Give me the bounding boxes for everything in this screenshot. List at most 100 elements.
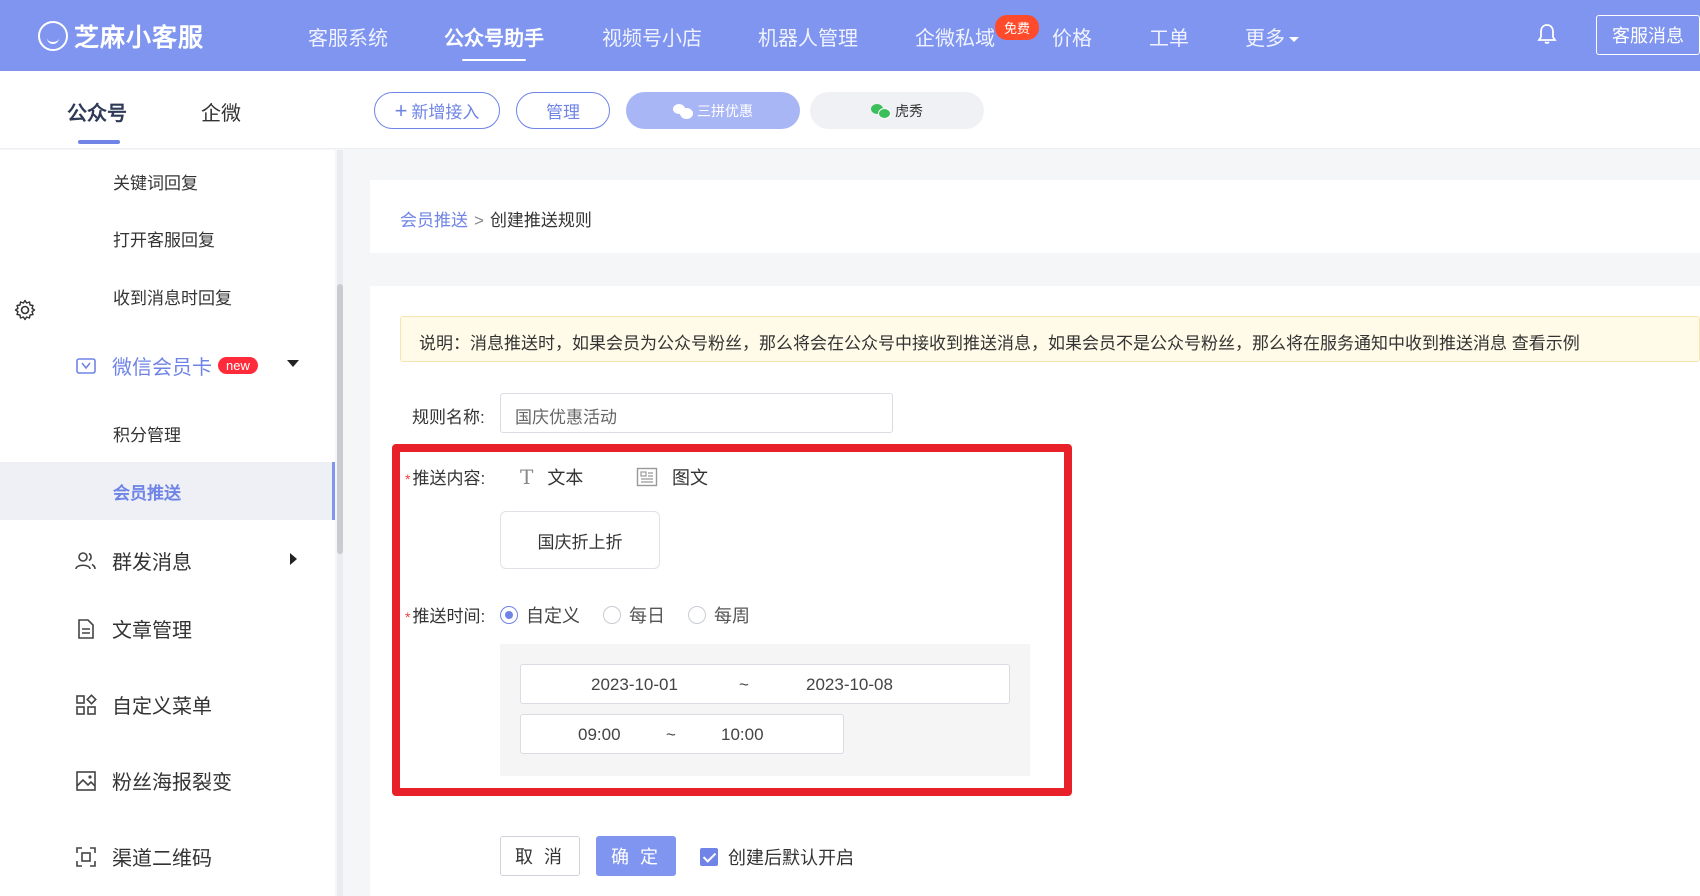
- radio-daily-dot: [603, 606, 621, 624]
- time-range-picker[interactable]: 09:00 ~ 10:00: [520, 714, 844, 754]
- free-badge: 免费: [995, 15, 1040, 40]
- nav-item-ticket[interactable]: 工单: [1149, 22, 1189, 51]
- sidebar-item-member-push[interactable]: 会员推送: [113, 479, 181, 504]
- enable-checkbox[interactable]: [700, 848, 718, 866]
- wechat-icon: [871, 103, 891, 119]
- broadcast-label: 群发消息: [112, 552, 192, 574]
- notice-banner: 说明：消息推送时，如果会员为公众号粉丝，那么将会在公众号中接收到推送消息，如果会…: [400, 316, 1700, 362]
- account-name: 虎秀: [895, 102, 923, 119]
- radio-daily[interactable]: 每日: [603, 602, 665, 628]
- sidebar-item-points[interactable]: 积分管理: [113, 421, 181, 446]
- radio-weekly[interactable]: 每周: [688, 602, 750, 628]
- customer-message-button[interactable]: 客服消息: [1596, 15, 1700, 55]
- qrcode-label: 渠道二维码: [112, 848, 212, 870]
- date-range-separator: ~: [739, 675, 749, 694]
- radio-weekly-dot: [688, 606, 706, 624]
- image-icon: [76, 770, 96, 791]
- radio-custom-dot: [500, 606, 518, 624]
- account-bar: 公众号 企微 + 新增接入 管理 三拼优惠 虎秀: [0, 71, 1700, 149]
- nav-item-customer-service[interactable]: 客服系统: [308, 22, 388, 51]
- nav-item-more[interactable]: 更多: [1245, 22, 1299, 51]
- wechat-icon: [673, 103, 693, 119]
- app-logo[interactable]: 芝麻小客服: [38, 18, 204, 54]
- qrcode-scan-icon: [76, 846, 96, 867]
- sidebar-item-message-reply[interactable]: 收到消息时回复: [113, 284, 232, 309]
- sidebar-item-qrcode[interactable]: 渠道二维码: [74, 842, 212, 871]
- content-type-article[interactable]: 图文: [636, 464, 708, 490]
- breadcrumb-current: 创建推送规则: [489, 211, 592, 230]
- sidebar-item-broadcast[interactable]: 群发消息: [74, 546, 192, 575]
- grid-icon: [76, 693, 97, 715]
- nav-item-wecom-private[interactable]: 企微私域: [915, 22, 995, 51]
- add-access-button[interactable]: + 新增接入: [374, 92, 500, 129]
- new-badge: new: [218, 357, 258, 374]
- confirm-button[interactable]: 确 定: [596, 836, 676, 876]
- content-type-article-label: 图文: [672, 468, 708, 488]
- time-start: 09:00: [578, 725, 621, 744]
- sidebar-item-member-card[interactable]: 微信会员卡 new: [74, 351, 258, 380]
- date-start: 2023-10-01: [591, 675, 678, 694]
- custom-menu-label: 自定义菜单: [112, 696, 212, 718]
- content-type-text[interactable]: T 文本: [520, 464, 583, 490]
- account-pill-huxiu[interactable]: 虎秀: [810, 92, 984, 129]
- document-icon: [78, 618, 94, 639]
- rule-form: 说明：消息推送时，如果会员为公众号粉丝，那么将会在公众号中接收到推送消息，如果会…: [370, 286, 1700, 896]
- time-range-panel: 2023-10-01 ~ 2023-10-08 09:00 ~ 10:00: [500, 644, 1030, 776]
- articles-label: 文章管理: [112, 620, 192, 642]
- text-type-icon: T: [520, 465, 534, 489]
- chevron-right-icon[interactable]: [290, 553, 297, 565]
- content-message-card[interactable]: 国庆折上折: [500, 511, 660, 569]
- push-content-label-text: 推送内容:: [412, 469, 486, 488]
- poster-label: 粉丝海报裂变: [112, 772, 232, 794]
- article-type-icon: [636, 467, 658, 487]
- rule-name-input[interactable]: 国庆优惠活动: [500, 393, 893, 433]
- time-range-separator: ~: [666, 725, 676, 744]
- member-card-label: 微信会员卡: [112, 357, 212, 379]
- content-type-text-label: 文本: [547, 468, 584, 488]
- breadcrumb-card: 会员推送 > 创建推送规则: [370, 180, 1700, 253]
- date-end: 2023-10-08: [806, 675, 893, 694]
- chevron-down-icon: [1289, 37, 1299, 43]
- account-pill-sanpin[interactable]: 三拼优惠: [626, 92, 800, 129]
- bell-icon[interactable]: [1537, 23, 1557, 45]
- push-time-label-text: 推送时间:: [412, 607, 486, 626]
- sidebar-scroll-thumb[interactable]: [337, 284, 343, 554]
- breadcrumb: 会员推送 > 创建推送规则: [400, 206, 592, 231]
- sidebar-item-articles[interactable]: 文章管理: [74, 614, 192, 643]
- gear-icon[interactable]: [13, 298, 37, 322]
- nav-more-label: 更多: [1245, 28, 1285, 50]
- nav-item-robot[interactable]: 机器人管理: [758, 22, 858, 51]
- chevron-down-icon[interactable]: [287, 360, 299, 367]
- tab-official-account[interactable]: 公众号: [67, 97, 127, 126]
- manage-button[interactable]: 管理: [516, 92, 610, 129]
- breadcrumb-parent[interactable]: 会员推送: [400, 211, 468, 230]
- nav-item-official-account[interactable]: 公众号助手: [444, 22, 544, 61]
- radio-weekly-label: 每周: [714, 606, 750, 626]
- enable-checkbox-label: 创建后默认开启: [728, 848, 854, 868]
- add-access-label: 新增接入: [411, 103, 480, 122]
- rule-name-label: 规则名称:: [412, 408, 485, 427]
- logo-icon: [38, 21, 68, 51]
- tab-wecom[interactable]: 企微: [201, 97, 241, 126]
- sidebar-item-keyword-reply[interactable]: 关键词回复: [113, 169, 198, 194]
- date-range-picker[interactable]: 2023-10-01 ~ 2023-10-08: [520, 664, 1010, 704]
- time-end: 10:00: [721, 725, 764, 744]
- account-name: 三拼优惠: [697, 102, 753, 119]
- nav-item-price[interactable]: 价格: [1052, 22, 1092, 51]
- push-time-label: * 推送时间:: [405, 602, 485, 627]
- users-icon: [75, 551, 96, 569]
- member-card-icon: [76, 357, 96, 374]
- breadcrumb-separator: >: [474, 211, 484, 230]
- required-mark: *: [405, 471, 411, 487]
- logo-text: 芝麻小客服: [74, 24, 205, 52]
- cancel-button[interactable]: 取 消: [500, 836, 580, 876]
- nav-item-video-shop[interactable]: 视频号小店: [602, 22, 702, 51]
- sidebar-item-poster[interactable]: 粉丝海报裂变: [74, 766, 232, 795]
- radio-custom[interactable]: 自定义: [500, 602, 580, 628]
- sidebar-item-custom-menu[interactable]: 自定义菜单: [74, 690, 212, 719]
- required-mark: *: [405, 609, 411, 625]
- sidebar-item-open-reply[interactable]: 打开客服回复: [113, 226, 215, 251]
- enable-after-create[interactable]: 创建后默认开启: [700, 844, 854, 870]
- active-tab-indicator: [78, 140, 120, 144]
- push-content-label: * 推送内容:: [405, 464, 485, 489]
